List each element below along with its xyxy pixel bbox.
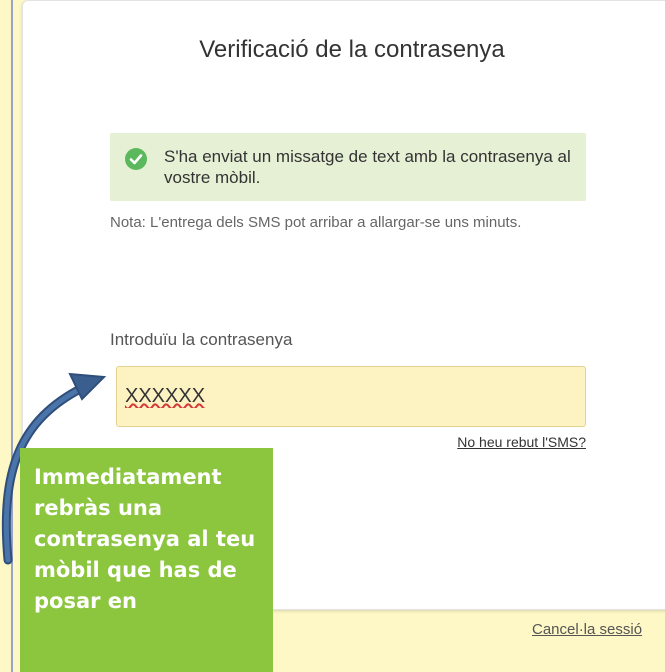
instruction-callout: Immediatament rebràs una contrasenya al … bbox=[20, 448, 273, 672]
cancel-session-link[interactable]: Cancel·la sessió bbox=[532, 621, 642, 638]
success-alert: S'ha enviat un missatge de text amb la c… bbox=[110, 133, 586, 201]
sms-delay-note: Nota: L'entrega dels SMS pot arribar a a… bbox=[110, 214, 522, 231]
password-label: Introduïu la contrasenya bbox=[110, 330, 293, 349]
password-input[interactable] bbox=[116, 366, 586, 427]
check-circle-icon bbox=[125, 148, 147, 170]
page-title: Verificació de la contrasenya bbox=[199, 36, 505, 63]
left-border bbox=[11, 0, 13, 672]
no-sms-link[interactable]: No heu rebut l'SMS? bbox=[457, 434, 586, 450]
success-message: S'ha enviat un missatge de text amb la c… bbox=[164, 147, 571, 187]
